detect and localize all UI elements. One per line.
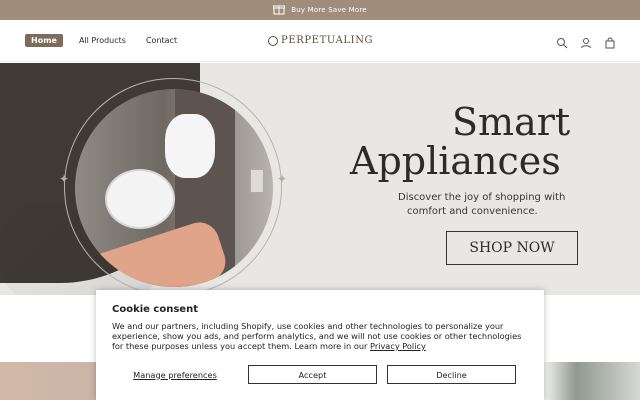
logo-text: PERPETUALING (281, 35, 374, 46)
hero-title-line2: Appliances (350, 139, 561, 183)
header-icons (556, 34, 616, 49)
nav-contact[interactable]: Contact (142, 34, 181, 47)
manage-preferences-link[interactable]: Manage preferences (112, 370, 238, 380)
decline-button[interactable]: Decline (387, 365, 516, 384)
account-icon[interactable] (580, 34, 592, 49)
nav-all-products[interactable]: All Products (75, 34, 130, 47)
cookie-body: We and our partners, including Shopify, … (112, 321, 528, 351)
cookie-body-text: We and our partners, including Shopify, … (112, 321, 522, 351)
logo-mark-icon (268, 35, 278, 46)
hero-product-image (75, 89, 273, 287)
gift-icon (273, 5, 286, 15)
sparkle-icon: ✦ (59, 172, 70, 186)
announcement-bar: Buy More Save More (0, 0, 640, 20)
cookie-consent-dialog: Cookie consent We and our partners, incl… (96, 290, 544, 400)
photo-fan (105, 169, 175, 229)
shop-now-button[interactable]: SHOP NOW (446, 231, 578, 265)
search-icon[interactable] (556, 34, 568, 49)
privacy-policy-link[interactable]: Privacy Policy (370, 341, 426, 351)
main-nav: Home All Products Contact (25, 34, 181, 47)
hero-banner: ✦ ✦ Smart Appliances Discover the joy of… (0, 63, 640, 295)
cart-icon[interactable] (604, 34, 616, 49)
photo-wall-switch (250, 169, 264, 193)
announcement-text: Buy More Save More (291, 6, 367, 14)
site-header: Home All Products Contact PERPETUALING (0, 20, 640, 62)
hero-subtitle-line1: Discover the joy of shopping with (398, 192, 566, 203)
hero-subtitle-line2: comfort and convenience. (407, 206, 538, 217)
nav-home[interactable]: Home (25, 34, 63, 47)
cookie-actions: Manage preferences Accept Decline (112, 365, 528, 384)
cookie-title: Cookie consent (112, 304, 198, 315)
photo-arm (75, 217, 231, 287)
sparkle-icon: ✦ (277, 172, 288, 186)
hero-title-line1: Smart (452, 100, 571, 144)
photo-fan-cap (165, 114, 215, 178)
accept-button[interactable]: Accept (248, 365, 377, 384)
site-logo[interactable]: PERPETUALING (268, 35, 373, 46)
